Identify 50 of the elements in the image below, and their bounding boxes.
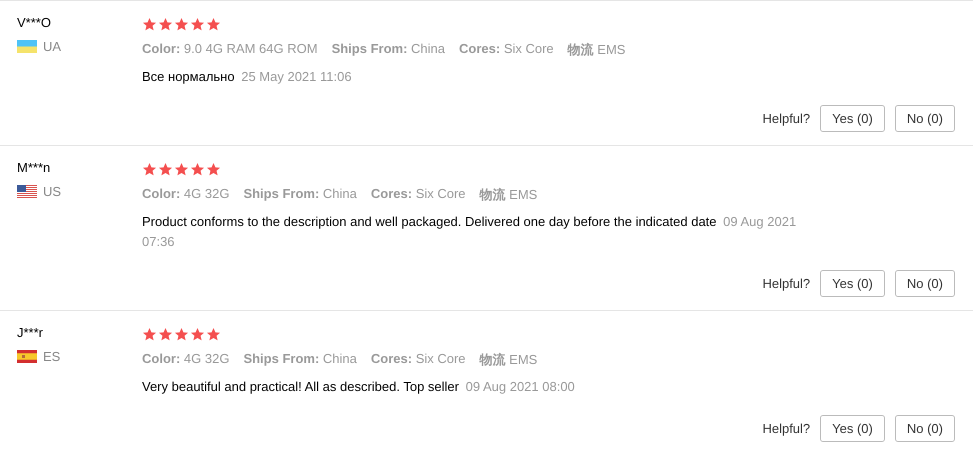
no-button[interactable]: No (0): [894, 415, 955, 442]
review-text: Все нормально 25 May 2021 11:06: [142, 68, 353, 86]
star-icon: [158, 16, 173, 32]
star-icon: [142, 162, 157, 176]
star-icon: [158, 162, 173, 176]
review-date: 25 May 2021 11:06: [241, 69, 352, 84]
star-icon: [174, 16, 189, 32]
no-button[interactable]: No (0): [894, 105, 955, 132]
review-text: Very beautiful and practical! All as described. Top seller 09 Aug 2021 08:00: [142, 378, 576, 396]
product-attribute: Cores: Six Core: [459, 41, 554, 58]
star-icon: [190, 326, 205, 342]
flag-icon: [17, 185, 37, 198]
product-attribute: 物流 EMS: [568, 41, 626, 59]
yes-button[interactable]: Yes (0): [820, 415, 885, 442]
product-attribute: Ships From: China: [243, 351, 357, 368]
star-icon: [206, 326, 221, 342]
review-text: Product conforms to the description and well packaged. Delivered one day before the indicated date 09 Aug 2021 07:36: [142, 213, 798, 251]
product-attribute: Cores: Six Core: [370, 186, 466, 203]
star-icon: [190, 16, 205, 32]
yes-button[interactable]: Yes (0): [820, 270, 885, 297]
star-icon: [158, 326, 173, 342]
flag-icon: [17, 350, 37, 363]
helpful-label: Helpful?: [762, 111, 810, 126]
product-attribute: 物流 EMS: [480, 351, 538, 369]
country-code: ES: [43, 349, 60, 364]
product-attribute: 物流 EMS: [480, 186, 538, 204]
review-date: 09 Aug 2021 08:00: [466, 379, 575, 394]
product-attribute: Ships From: China: [243, 186, 357, 203]
reviewer-name: J***r: [17, 325, 44, 340]
star-icon: [206, 16, 221, 32]
reviewer-name: M***n: [17, 160, 52, 175]
yes-button[interactable]: Yes (0): [820, 105, 885, 132]
star-icon: [174, 162, 189, 176]
star-icon: [142, 16, 157, 32]
helpful-label: Helpful?: [762, 421, 810, 436]
country-code: UA: [43, 39, 62, 54]
product-attribute: Cores: Six Core: [370, 351, 466, 368]
country-code: US: [43, 184, 62, 199]
flag-icon: [17, 40, 37, 53]
reviewer-name: V***O: [17, 15, 52, 30]
star-icon: [142, 326, 157, 342]
star-icon: [174, 326, 189, 342]
no-button[interactable]: No (0): [894, 270, 955, 297]
star-icon: [206, 162, 221, 176]
product-attribute: Ships From: China: [332, 41, 445, 58]
product-attribute: Color: 9.0 4G RAM 64G ROM: [142, 41, 318, 58]
product-attribute: Color: 4G 32G: [142, 186, 230, 203]
product-attribute: Color: 4G 32G: [142, 351, 230, 368]
star-icon: [190, 162, 205, 176]
helpful-label: Helpful?: [762, 276, 810, 291]
